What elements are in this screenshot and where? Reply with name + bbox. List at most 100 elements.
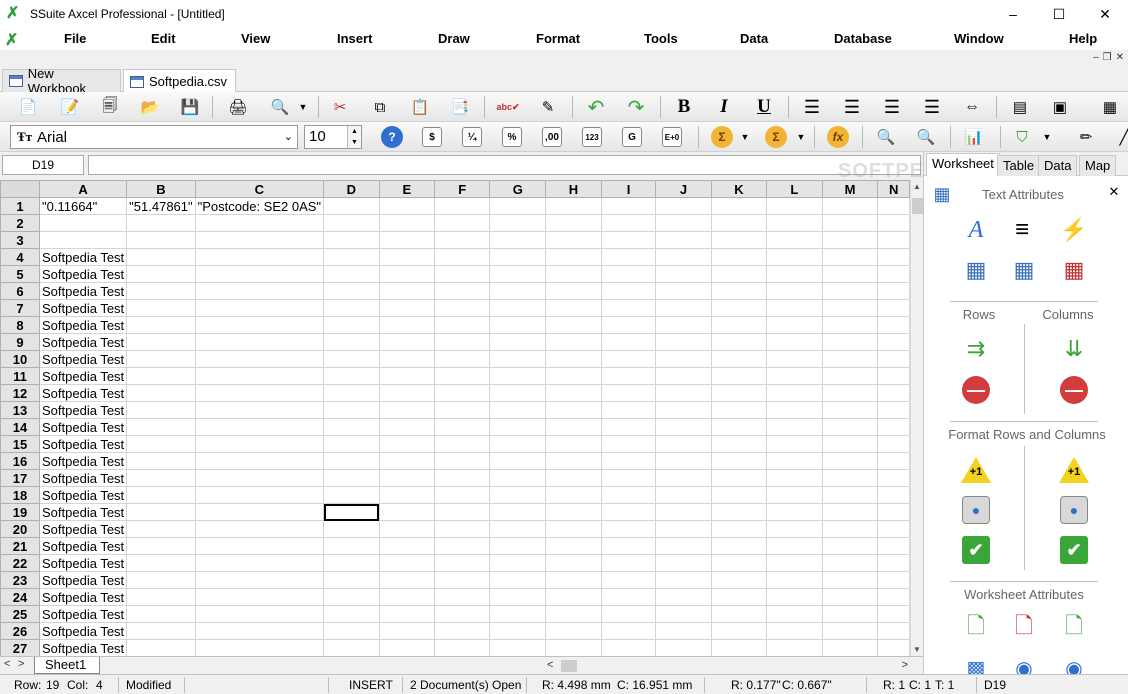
row-header[interactable]: 27 bbox=[0, 639, 41, 656]
undo-icon[interactable]: ↶ bbox=[584, 95, 608, 119]
grid-cell[interactable] bbox=[434, 418, 491, 436]
column-header[interactable]: J bbox=[655, 180, 712, 198]
grid-cell[interactable] bbox=[821, 571, 879, 589]
grid-cell[interactable] bbox=[489, 384, 547, 402]
column-apply-check-icon[interactable]: ✔ bbox=[1058, 534, 1090, 566]
next-sheet-icon[interactable]: > bbox=[18, 658, 24, 670]
grid-cell[interactable] bbox=[821, 248, 879, 266]
grid-cell[interactable] bbox=[655, 384, 712, 402]
grid-cell[interactable] bbox=[821, 265, 879, 283]
grid-cell[interactable] bbox=[877, 197, 910, 215]
grid-cell[interactable] bbox=[194, 588, 325, 606]
grid-cell[interactable] bbox=[655, 503, 712, 521]
row-header[interactable]: 7 bbox=[0, 299, 41, 317]
grid-cell[interactable] bbox=[821, 486, 879, 504]
grid-cell[interactable]: Softpedia Test bbox=[39, 282, 128, 300]
grid-cell[interactable] bbox=[655, 333, 712, 351]
grid-cell[interactable] bbox=[378, 418, 436, 436]
grid-cell[interactable] bbox=[821, 418, 879, 436]
grid-cell[interactable] bbox=[126, 537, 196, 555]
column-header[interactable]: F bbox=[434, 180, 491, 198]
grid-cell[interactable] bbox=[766, 197, 823, 215]
delete-row-icon[interactable]: — bbox=[960, 374, 992, 406]
borders-icon[interactable]: ▤ bbox=[1008, 95, 1032, 119]
row-header[interactable]: 26 bbox=[0, 622, 41, 640]
worksheet-background-icon[interactable]: ◉ bbox=[1008, 652, 1040, 675]
grid-cell[interactable] bbox=[600, 486, 657, 504]
grid-cell[interactable] bbox=[600, 367, 657, 385]
row-header[interactable]: 13 bbox=[0, 401, 41, 419]
grid-cell[interactable] bbox=[126, 282, 196, 300]
paste-special-icon[interactable]: 📑 bbox=[448, 95, 472, 119]
grid-cell[interactable] bbox=[323, 265, 380, 283]
grid-cell[interactable] bbox=[655, 537, 712, 555]
grid-cell[interactable] bbox=[821, 350, 879, 368]
grid-cell[interactable] bbox=[323, 452, 380, 470]
grid-cell[interactable] bbox=[434, 265, 491, 283]
menu-data[interactable]: Data bbox=[740, 31, 768, 46]
grid-cell[interactable] bbox=[489, 418, 547, 436]
underline-button[interactable]: U bbox=[752, 95, 776, 119]
grid-cell[interactable] bbox=[655, 469, 712, 487]
grid-cell[interactable] bbox=[877, 639, 910, 656]
grid-cell[interactable] bbox=[710, 214, 768, 232]
grid-cell[interactable] bbox=[600, 588, 657, 606]
new-copy-icon[interactable]: 🗐 bbox=[98, 95, 122, 119]
grid-cell[interactable] bbox=[655, 639, 712, 656]
vertical-scrollbar[interactable]: ▲ ▼ bbox=[910, 180, 923, 656]
grid-cell[interactable] bbox=[194, 401, 325, 419]
grid-cell[interactable] bbox=[194, 435, 325, 453]
grid-cell[interactable] bbox=[710, 299, 768, 317]
grid-cell[interactable] bbox=[766, 248, 823, 266]
grid-cell[interactable] bbox=[877, 316, 910, 334]
grid-cell[interactable]: Softpedia Test bbox=[39, 299, 128, 317]
grid-cell[interactable] bbox=[194, 537, 325, 555]
grid-cell[interactable]: Softpedia Test bbox=[39, 418, 128, 436]
row-header[interactable]: 11 bbox=[0, 367, 41, 385]
column-header[interactable]: C bbox=[194, 180, 325, 198]
grid-cell[interactable] bbox=[545, 367, 602, 385]
grid-cell[interactable] bbox=[545, 214, 602, 232]
row-header[interactable]: 19 bbox=[0, 503, 41, 521]
grid-cell[interactable] bbox=[489, 333, 547, 351]
grid-cell[interactable] bbox=[710, 435, 768, 453]
grid-cell[interactable] bbox=[378, 605, 436, 623]
paste-icon[interactable]: 📋 bbox=[408, 95, 432, 119]
text-effects-icon[interactable]: ⚡ bbox=[1058, 214, 1090, 246]
grid-cell[interactable] bbox=[710, 588, 768, 606]
horizontal-scrollbar[interactable]: < > bbox=[545, 658, 910, 673]
grid-cell[interactable] bbox=[766, 520, 823, 538]
grid-cell[interactable] bbox=[655, 282, 712, 300]
grid-cell[interactable] bbox=[194, 265, 325, 283]
grid-cell[interactable]: Softpedia Test bbox=[39, 350, 128, 368]
grid-cell[interactable] bbox=[877, 384, 910, 402]
grid-cell[interactable] bbox=[877, 435, 910, 453]
grid-cell[interactable]: Softpedia Test bbox=[39, 401, 128, 419]
grid-cell[interactable] bbox=[489, 554, 547, 572]
panel-close-button[interactable]: ✕ bbox=[1104, 182, 1124, 202]
grid-cell[interactable] bbox=[545, 571, 602, 589]
grid-cell[interactable] bbox=[434, 401, 491, 419]
menu-insert[interactable]: Insert bbox=[337, 31, 372, 46]
grid-cell[interactable] bbox=[766, 503, 823, 521]
grid-cell[interactable]: Softpedia Test bbox=[39, 265, 128, 283]
grid-cell[interactable] bbox=[877, 537, 910, 555]
grid-cell[interactable] bbox=[766, 214, 823, 232]
grid-cell[interactable] bbox=[194, 350, 325, 368]
grid-cell[interactable]: Softpedia Test bbox=[39, 452, 128, 470]
grid-cell[interactable] bbox=[489, 486, 547, 504]
grid-cell[interactable]: Softpedia Test bbox=[39, 639, 128, 656]
grid-cell[interactable] bbox=[194, 282, 325, 300]
column-header[interactable]: A bbox=[39, 180, 128, 198]
grid-cell[interactable] bbox=[655, 231, 712, 249]
grid-cell[interactable] bbox=[126, 265, 196, 283]
grid-cell[interactable] bbox=[378, 554, 436, 572]
tab-worksheet[interactable]: Worksheet bbox=[926, 153, 1000, 176]
grid-cell[interactable] bbox=[710, 622, 768, 640]
grid-cell[interactable] bbox=[655, 418, 712, 436]
grid-cell[interactable] bbox=[600, 639, 657, 656]
grid-cell[interactable] bbox=[378, 316, 436, 334]
tab-softpedia-csv[interactable]: Softpedia.csv bbox=[123, 69, 236, 93]
grid-cell[interactable] bbox=[378, 350, 436, 368]
grid-cell[interactable] bbox=[600, 537, 657, 555]
